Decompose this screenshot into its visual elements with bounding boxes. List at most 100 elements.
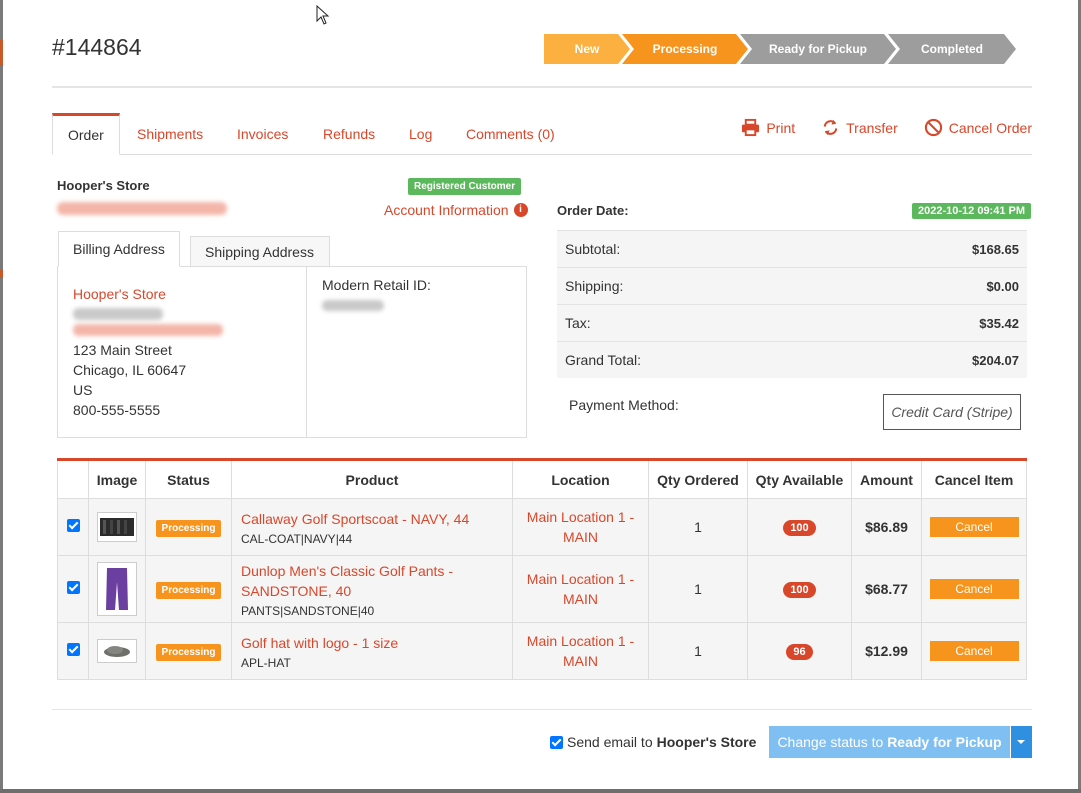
account-information-label: Account Information — [384, 202, 509, 218]
row-status-cell: Processing — [145, 498, 232, 556]
product-thumbnail[interactable] — [97, 639, 137, 663]
row-status-cell: Processing — [145, 555, 232, 623]
cancel-item-button[interactable]: Cancel — [929, 517, 1019, 537]
status-badge: Processing — [155, 581, 222, 599]
account-information-link[interactable]: Account Information i — [384, 202, 528, 218]
mouse-cursor-icon — [316, 5, 330, 25]
table-row: Processing Callaway Golf Sportscoat - NA… — [57, 498, 1027, 556]
customer-name: Hooper's Store — [57, 178, 150, 193]
product-link[interactable]: Golf hat with logo - 1 size — [241, 633, 503, 653]
row-qty-available-cell: 100 — [747, 555, 852, 623]
change-status-button[interactable]: Change status to Ready for Pickup — [769, 726, 1010, 758]
location-link[interactable]: Main Location 1 - MAIN — [527, 571, 634, 607]
order-items-table: Image Status Product Location Qty Ordere… — [57, 458, 1027, 680]
col-status: Status — [145, 459, 232, 499]
col-select — [57, 459, 89, 499]
print-label: Print — [766, 119, 796, 136]
send-email-label: Send email to — [567, 734, 653, 750]
qty-available-badge: 100 — [783, 582, 816, 598]
address-divider — [306, 267, 307, 437]
address-email-redacted[interactable] — [73, 324, 223, 336]
location-link[interactable]: Main Location 1 - MAIN — [527, 633, 634, 669]
tab-billing-address[interactable]: Billing Address — [58, 231, 180, 267]
cancel-item-button[interactable]: Cancel — [929, 579, 1019, 599]
row-product-cell: Callaway Golf Sportscoat - NAVY, 44 CAL-C… — [231, 498, 513, 556]
address-contact-redacted — [73, 308, 163, 320]
product-link[interactable]: Callaway Golf Sportscoat - NAVY, 44 — [241, 509, 503, 529]
col-product: Product — [231, 459, 513, 499]
change-status-dropdown-toggle[interactable] — [1011, 726, 1032, 758]
progress-step-ready-for-pickup: Ready for Pickup — [740, 34, 896, 64]
col-qty-ordered: Qty Ordered — [648, 459, 748, 499]
grand-total-label: Grand Total: — [565, 352, 642, 368]
product-link[interactable]: Dunlop Men's Classic Golf Pants - SANDST… — [241, 561, 503, 601]
table-row: Processing Dunlop Men's Classic Golf Pan… — [57, 555, 1027, 623]
col-qty-available: Qty Available — [747, 459, 852, 499]
row-cancel-cell: Cancel — [921, 622, 1027, 680]
col-location: Location — [512, 459, 649, 499]
address-country: US — [73, 382, 93, 398]
qty-available-badge: 96 — [786, 644, 813, 660]
row-status-cell: Processing — [145, 622, 232, 680]
row-checkbox[interactable] — [66, 581, 80, 594]
modern-retail-id-redacted — [322, 300, 384, 311]
product-sku: PANTS|SANDSTONE|40 — [241, 603, 375, 618]
row-checkbox[interactable] — [66, 519, 80, 532]
qty-available-badge: 100 — [783, 520, 816, 536]
row-product-cell: Dunlop Men's Classic Golf Pants - SANDST… — [231, 555, 513, 623]
print-button[interactable]: Print — [741, 118, 795, 137]
product-thumbnail[interactable] — [97, 562, 137, 616]
row-qty-ordered: 1 — [648, 498, 748, 556]
tab-invoices[interactable]: Invoices — [222, 113, 303, 155]
row-qty-available-cell: 100 — [747, 498, 852, 556]
sportscoat-image — [100, 518, 134, 536]
modal-backdrop-left — [0, 0, 3, 793]
transfer-button[interactable]: Transfer — [821, 118, 898, 137]
order-date-badge: 2022-10-12 09:41 PM — [912, 203, 1032, 219]
transfer-icon — [823, 119, 838, 136]
row-select-cell — [57, 498, 89, 556]
tab-refunds[interactable]: Refunds — [308, 113, 390, 155]
product-thumbnail[interactable] — [97, 512, 137, 542]
address-customer-link[interactable]: Hooper's Store — [73, 286, 166, 302]
product-sku: APL-HAT — [241, 655, 291, 670]
table-row: Processing Golf hat with logo - 1 size AP… — [57, 622, 1027, 680]
grand-total-row: Grand Total: $204.07 — [557, 341, 1027, 378]
shipping-row: Shipping: $0.00 — [557, 267, 1027, 304]
customer-email-redacted[interactable] — [57, 202, 227, 215]
send-email-option: Send email to Hooper's Store — [550, 734, 756, 750]
row-image-cell — [88, 555, 146, 623]
progress-step-new: New — [544, 34, 630, 64]
row-amount: $86.89 — [851, 498, 922, 556]
golf-pants-image — [106, 568, 128, 610]
location-link[interactable]: Main Location 1 - MAIN — [527, 509, 634, 545]
send-email-checkbox[interactable] — [550, 735, 563, 749]
cancel-item-button[interactable]: Cancel — [929, 641, 1019, 661]
payment-method-value: Credit Card (Stripe) — [883, 394, 1021, 430]
cancel-order-button[interactable]: Cancel Order — [924, 118, 1032, 137]
order-date-label: Order Date: — [557, 203, 629, 218]
registered-customer-badge: Registered Customer — [408, 178, 522, 195]
subtotal-label: Subtotal: — [565, 241, 621, 257]
tab-shipping-address[interactable]: Shipping Address — [190, 236, 330, 267]
col-amount: Amount — [851, 459, 922, 499]
col-cancel-item: Cancel Item — [921, 459, 1027, 499]
row-amount: $68.77 — [851, 555, 922, 623]
tab-comments[interactable]: Comments (0) — [451, 113, 570, 155]
golf-hat-image — [104, 646, 130, 657]
change-status-prefix: Change status to — [777, 734, 884, 750]
row-checkbox[interactable] — [66, 643, 80, 656]
address-city: Chicago, IL 60647 — [73, 362, 187, 378]
row-cancel-cell: Cancel — [921, 498, 1027, 556]
footer-divider — [52, 709, 1032, 710]
row-select-cell — [57, 622, 89, 680]
status-badge: Processing — [155, 643, 222, 661]
row-image-cell — [88, 622, 146, 680]
subtotal-row: Subtotal: $168.65 — [557, 230, 1027, 267]
subtotal-value: $168.65 — [972, 241, 1019, 257]
order-status-progress: New Processing Ready for Pickup Complete… — [544, 34, 1008, 64]
tab-shipments[interactable]: Shipments — [122, 113, 218, 155]
change-status-target: Ready for Pickup — [887, 734, 1002, 750]
tab-log[interactable]: Log — [394, 113, 447, 155]
tab-order[interactable]: Order — [52, 113, 120, 155]
